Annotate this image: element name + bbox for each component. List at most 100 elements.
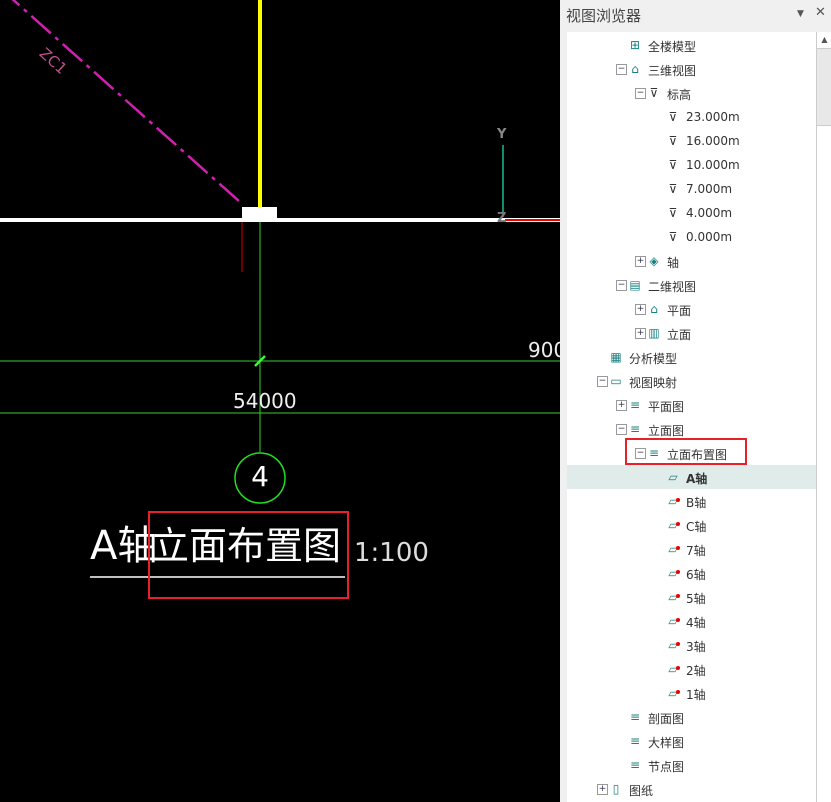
view-browser-panel: 视图浏览器 ▼ ✕ ⊞ 全楼模型 − ⌂ 三维视图 − ⊽ 标高 ⊽ 23.000m ⊽ 16.000… bbox=[560, 0, 831, 802]
sheet-marked-icon: ▱ bbox=[666, 542, 680, 556]
tree-item[interactable]: + ⌂ 平面 bbox=[567, 297, 816, 321]
sheet-marked-icon: ▱ bbox=[666, 686, 680, 700]
tree-item[interactable]: ⊽ 4.000m bbox=[567, 201, 816, 225]
tree-item[interactable]: ▱ 4轴 bbox=[567, 609, 816, 633]
tree-item-label: 二维视图 bbox=[648, 280, 697, 294]
tree-item[interactable]: ≡ 剖面图 bbox=[567, 705, 816, 729]
tree-item-label: 标高 bbox=[667, 88, 692, 102]
sheet-marked-icon: ▱ bbox=[666, 614, 680, 628]
tree-item[interactable]: − ⌂ 三维视图 bbox=[567, 57, 816, 81]
panel-title: 视图浏览器 bbox=[566, 7, 642, 25]
tree-item[interactable]: ▱ 6轴 bbox=[567, 561, 816, 585]
elevation-mark-icon: ⊽ bbox=[649, 86, 659, 100]
column-base bbox=[242, 207, 277, 219]
tree-item-label: 0.000m bbox=[686, 230, 733, 244]
tree-item[interactable]: + ▥ 立面 bbox=[567, 321, 816, 345]
sheet-icon: ▱ bbox=[668, 470, 678, 484]
tree-item[interactable]: ▱ C轴 bbox=[567, 513, 816, 537]
tree-item[interactable]: − ≡ 立面布置图 bbox=[567, 438, 816, 465]
building-model-icon: ⊞ bbox=[629, 38, 641, 52]
tree-item-label: 2轴 bbox=[686, 664, 706, 678]
zc1-beam-line bbox=[11, 0, 241, 203]
tree-item-label: 图纸 bbox=[629, 784, 654, 798]
collapse-icon[interactable]: − bbox=[635, 88, 646, 99]
highlight-box-tree bbox=[625, 438, 747, 465]
grid-bubble-label: 4 bbox=[251, 460, 269, 493]
tree-item[interactable]: ⊽ 16.000m bbox=[567, 129, 816, 153]
analysis-model-icon: ▦ bbox=[610, 350, 622, 364]
expand-icon[interactable]: + bbox=[635, 256, 646, 267]
sheet-marked-icon: ▱ bbox=[666, 494, 680, 508]
tree-item[interactable]: + ▯ 图纸 bbox=[567, 777, 816, 801]
dim-main-text: 54000 bbox=[233, 389, 297, 413]
tree-item-label: 16.000m bbox=[686, 134, 740, 148]
elevation-mark-icon: ⊽ bbox=[668, 230, 678, 244]
tree-item[interactable]: ▱ 3轴 bbox=[567, 633, 816, 657]
layers-icon: ≡ bbox=[629, 758, 641, 772]
tree-item[interactable]: + ≡ 平面图 bbox=[567, 393, 816, 417]
tree-item[interactable]: ▱ 2轴 bbox=[567, 657, 816, 681]
elevation-mark-icon: ⊽ bbox=[668, 182, 678, 196]
panel-dropdown-icon[interactable]: ▼ bbox=[797, 9, 804, 19]
tree-item-label: 4轴 bbox=[686, 616, 706, 630]
tree-item-label: 平面 bbox=[667, 304, 692, 318]
drawing-icon: ▯ bbox=[612, 782, 620, 796]
elevation-mark-icon: ⊽ bbox=[668, 134, 678, 148]
scroll-up-icon[interactable]: ▲ bbox=[817, 32, 831, 49]
collapse-icon[interactable]: − bbox=[616, 280, 627, 291]
tree-item-label: 1轴 bbox=[686, 688, 706, 702]
view-tree: ⊞ 全楼模型 − ⌂ 三维视图 − ⊽ 标高 ⊽ 23.000m ⊽ 16.000m ⊽ 10.000m ⊽… bbox=[567, 32, 816, 802]
tree-item-label: 立面图 bbox=[648, 424, 685, 438]
layers-icon: ≡ bbox=[629, 734, 641, 748]
tree-item-label: 23.000m bbox=[686, 110, 740, 124]
tree-item[interactable]: ▱ 7轴 bbox=[567, 537, 816, 561]
axis-y-label: Y bbox=[497, 127, 507, 142]
tree-item-label: 3轴 bbox=[686, 640, 706, 654]
highlight-box-title bbox=[148, 511, 349, 599]
sheet-marked-icon: ▱ bbox=[666, 518, 680, 532]
tree-item[interactable]: ⊽ 23.000m bbox=[567, 105, 816, 129]
tree-item[interactable]: ▱ A轴 bbox=[567, 465, 816, 489]
elevation-mark-icon: ⊽ bbox=[668, 206, 678, 220]
sheet-marked-icon: ▱ bbox=[666, 638, 680, 652]
layers-icon: ≡ bbox=[629, 422, 641, 436]
tree-item[interactable]: ▦ 分析模型 bbox=[567, 345, 816, 369]
tree-item[interactable]: − ⊽ 标高 bbox=[567, 81, 816, 105]
tree-item-label: 7轴 bbox=[686, 544, 706, 558]
tree-item-label: 轴 bbox=[667, 256, 680, 270]
tree-item-label: 立面 bbox=[667, 328, 692, 342]
tree-item[interactable]: ≡ 大样图 bbox=[567, 729, 816, 753]
collapse-icon[interactable]: − bbox=[597, 376, 608, 387]
collapse-icon[interactable]: − bbox=[616, 64, 627, 75]
expand-icon[interactable]: + bbox=[635, 304, 646, 315]
tree-item-label: 6轴 bbox=[686, 568, 706, 582]
tree-item-label: 大样图 bbox=[648, 736, 685, 750]
tree-item[interactable]: ⊽ 7.000m bbox=[567, 177, 816, 201]
tree-item[interactable]: − ▭ 视图映射 bbox=[567, 369, 816, 393]
collapse-icon[interactable]: − bbox=[616, 424, 627, 435]
tree-item[interactable]: + ◈ 轴 bbox=[567, 249, 816, 273]
expand-icon[interactable]: + bbox=[616, 400, 627, 411]
plan-icon: ⌂ bbox=[650, 302, 658, 316]
tree-item-label: 三维视图 bbox=[648, 64, 697, 78]
tree-item-label: 4.000m bbox=[686, 206, 733, 220]
tree-item[interactable]: ⊞ 全楼模型 bbox=[567, 33, 816, 57]
tree-item[interactable]: ▱ 5轴 bbox=[567, 585, 816, 609]
elevation-mark-icon: ⊽ bbox=[668, 158, 678, 172]
vertical-scrollbar[interactable]: ▲ bbox=[816, 32, 831, 802]
tree-item[interactable]: ⊽ 10.000m bbox=[567, 153, 816, 177]
tree-item[interactable]: ▱ 1轴 bbox=[567, 681, 816, 705]
sheet-marked-icon: ▱ bbox=[666, 662, 680, 676]
expand-icon[interactable]: + bbox=[597, 784, 608, 795]
tree-item[interactable]: − ▤ 二维视图 bbox=[567, 273, 816, 297]
scroll-thumb[interactable] bbox=[817, 49, 831, 126]
tree-item-label: 分析模型 bbox=[629, 352, 678, 366]
expand-icon[interactable]: + bbox=[635, 328, 646, 339]
tree-item[interactable]: ≡ 节点图 bbox=[567, 753, 816, 777]
axis-z-label: Z bbox=[497, 211, 507, 226]
sheet-marked-icon: ▱ bbox=[666, 590, 680, 604]
tree-item[interactable]: ⊽ 0.000m bbox=[567, 225, 816, 249]
drawing-canvas[interactable]: ZC1 Y Z 900 54000 4 A轴 立面布置图 1:100 bbox=[0, 0, 566, 802]
tree-item[interactable]: ▱ B轴 bbox=[567, 489, 816, 513]
panel-close-icon[interactable]: ✕ bbox=[815, 5, 826, 20]
